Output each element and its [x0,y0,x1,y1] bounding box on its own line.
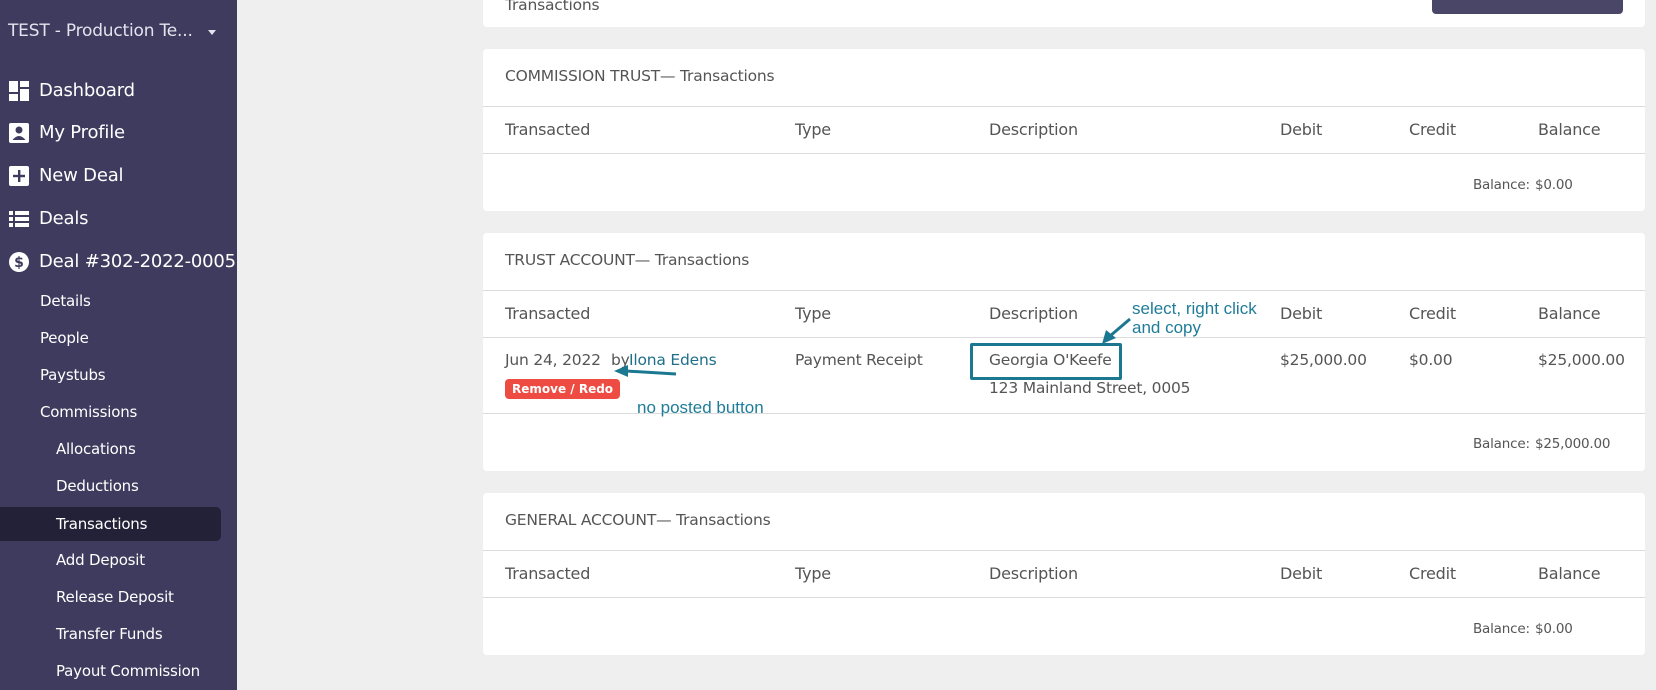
scrollbar-track[interactable] [1645,0,1656,690]
col-type: Type [795,564,831,583]
org-name: TEST - Production Te... [8,21,193,41]
card-title: TRUST ACCOUNT— Transactions [505,251,750,269]
sidebar-item-label: Add Deposit [56,551,145,569]
col-type: Type [795,120,831,139]
balance-label: Balance: [1473,436,1530,452]
profile-icon [9,123,29,143]
plus-square-icon [9,166,29,186]
col-balance: Balance [1538,564,1601,583]
annotation-line: and copy [1132,318,1201,337]
sidebar-item-label: New Deal [39,164,124,186]
balance-label: Balance: [1473,621,1530,637]
sidebar-item-paystubs[interactable]: Paystubs [0,358,221,392]
divider [483,597,1645,598]
sidebar-item-label: Deal #302-2022-0005 [39,250,236,272]
annotation-highlight-box [970,343,1122,380]
transaction-type: Payment Receipt [795,351,923,369]
card-title: Transactions [505,0,600,14]
sidebar-item-label: Transactions [56,515,148,533]
svg-text:$: $ [14,255,24,271]
annotation-arrow-icon [1102,317,1131,344]
sidebar-item-allocations[interactable]: Allocations [0,432,221,466]
sidebar-item-dashboard[interactable]: Dashboard [0,75,237,105]
sidebar-item-label: Dashboard [39,79,135,101]
dashboard-icon [9,81,29,101]
top-action-button[interactable] [1432,0,1623,14]
sidebar-item-label: Paystubs [40,366,106,384]
commission-trust-card: COMMISSION TRUST— Transactions Transacte… [483,49,1645,211]
annotation-arrow-icon [614,365,677,377]
sidebar-item-my-profile[interactable]: My Profile [0,117,237,147]
divider [483,153,1645,154]
divider [483,550,1645,551]
balance-value-cell: $25,000.00 [1538,351,1625,369]
sidebar: TEST - Production Te... Dashboard My Pro… [0,0,237,690]
sidebar-item-commissions[interactable]: Commissions [0,395,221,429]
col-type: Type [795,304,831,323]
sidebar-item-label: Allocations [56,440,136,458]
annotation-line: select, right click [1132,299,1257,318]
credit-value: $0.00 [1409,351,1453,369]
sidebar-item-label: Commissions [40,403,138,421]
col-balance: Balance [1538,304,1601,323]
divider [483,337,1645,338]
col-balance: Balance [1538,120,1601,139]
col-description: Description [989,304,1078,323]
balance-value: $0.00 [1535,177,1573,193]
balance-value: $25,000.00 [1535,436,1611,452]
sidebar-item-label: Deductions [56,477,139,495]
caret-down-icon[interactable] [208,30,216,35]
sidebar-item-transfer-funds[interactable]: Transfer Funds [0,617,221,651]
sidebar-item-label: Deals [39,207,89,229]
org-switcher[interactable]: TEST - Production Te... [8,21,193,41]
col-transacted: Transacted [505,120,591,139]
card-title: GENERAL ACCOUNT— Transactions [505,511,771,529]
col-description: Description [989,564,1078,583]
annotation-copy-hint: select, right click and copy [1132,299,1257,337]
list-icon [9,211,29,227]
sidebar-item-transactions[interactable]: Transactions [0,507,221,541]
col-debit: Debit [1280,304,1323,323]
sidebar-item-label: People [40,329,89,347]
debit-value: $25,000.00 [1280,351,1367,369]
sidebar-item-add-deposit[interactable]: Add Deposit [0,543,221,577]
remove-redo-button[interactable]: Remove / Redo [505,379,621,399]
col-description: Description [989,120,1078,139]
balance-label: Balance: [1473,177,1530,193]
sidebar-item-deductions[interactable]: Deductions [0,469,221,503]
col-credit: Credit [1409,120,1456,139]
col-debit: Debit [1280,120,1323,139]
sidebar-item-people[interactable]: People [0,321,221,355]
divider [483,290,1645,291]
balance-value: $0.00 [1535,621,1573,637]
col-debit: Debit [1280,564,1323,583]
general-account-card: GENERAL ACCOUNT— Transactions Transacted… [483,493,1645,655]
sidebar-item-label: Details [40,292,91,310]
sidebar-item-label: Release Deposit [56,588,174,606]
col-credit: Credit [1409,304,1456,323]
sidebar-item-label: Transfer Funds [56,625,163,643]
card-title: COMMISSION TRUST— Transactions [505,67,775,85]
sidebar-item-label: Payout Commission [56,662,200,680]
sidebar-item-payout-commission[interactable]: Payout Commission [0,654,221,688]
sidebar-item-details[interactable]: Details [0,284,221,318]
col-transacted: Transacted [505,564,591,583]
sidebar-item-deal[interactable]: $ Deal #302-2022-0005 [0,246,237,276]
divider [483,106,1645,107]
sidebar-item-release-deposit[interactable]: Release Deposit [0,580,221,614]
col-transacted: Transacted [505,304,591,323]
sidebar-item-label: My Profile [39,121,125,143]
description-address: 123 Mainland Street, 0005 [989,379,1191,397]
dollar-circle-icon: $ [9,252,29,272]
annotation-posted-hint: no posted button [637,398,764,417]
sidebar-item-deals[interactable]: Deals [0,203,237,233]
transacted-date: Jun 24, 2022 [505,351,601,369]
col-credit: Credit [1409,564,1456,583]
sidebar-item-new-deal[interactable]: New Deal [0,160,237,190]
